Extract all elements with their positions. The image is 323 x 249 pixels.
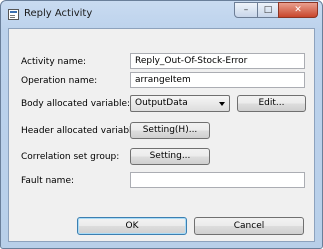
close-icon: ✕	[294, 5, 302, 15]
fault-name-input[interactable]	[130, 172, 305, 188]
ok-button[interactable]: OK	[77, 217, 187, 235]
caption-buttons: – □ ✕	[234, 2, 318, 20]
maximize-icon: □	[263, 5, 273, 15]
minimize-icon: –	[243, 5, 249, 15]
window-title: Reply Activity	[24, 8, 93, 19]
title-bar[interactable]: Reply Activity – □ ✕	[1, 1, 322, 27]
body-variable-value: OutputData	[135, 98, 188, 108]
reply-activity-dialog: Reply Activity – □ ✕ Activity name: Oper…	[0, 0, 323, 249]
correlation-set-label: Correlation set group:	[21, 152, 120, 162]
header-variable-label: Header allocated variable:	[21, 126, 141, 136]
edit-body-variable-button[interactable]: Edit...	[237, 95, 306, 112]
cancel-button[interactable]: Cancel	[194, 217, 304, 235]
operation-name-input[interactable]	[130, 72, 305, 88]
activity-name-input[interactable]	[130, 53, 305, 69]
maximize-button[interactable]: □	[257, 2, 279, 18]
body-variable-select[interactable]: OutputData	[130, 95, 230, 112]
fault-name-label: Fault name:	[21, 176, 75, 186]
activity-name-label: Activity name:	[21, 57, 87, 67]
minimize-button[interactable]: –	[234, 2, 258, 18]
body-variable-label: Body allocated variable:	[21, 99, 131, 109]
header-variable-setting-button[interactable]: Setting(H)...	[130, 122, 210, 139]
close-button[interactable]: ✕	[278, 2, 318, 18]
correlation-set-setting-button[interactable]: Setting...	[130, 148, 210, 165]
dialog-content: Activity name: Operation name: Body allo…	[8, 28, 315, 242]
operation-name-label: Operation name:	[21, 76, 98, 86]
dialog-icon	[8, 9, 19, 20]
chevron-down-icon	[219, 102, 225, 106]
